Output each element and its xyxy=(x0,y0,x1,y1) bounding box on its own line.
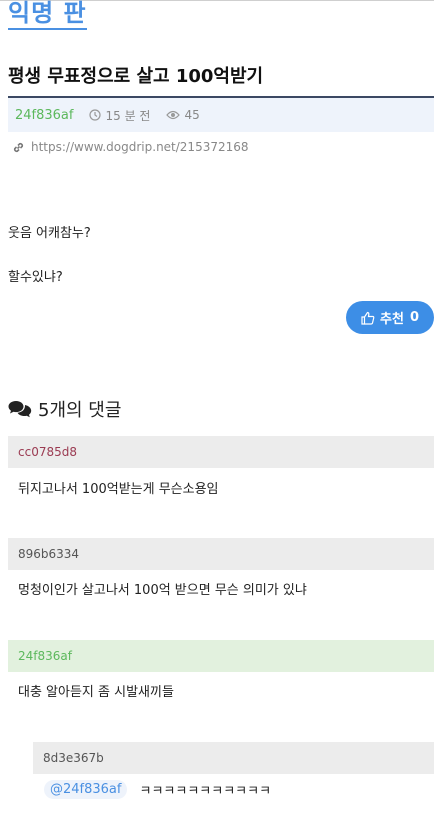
post-time-text: 15 분 전 xyxy=(105,108,151,123)
post-title: 평생 무표정으로 살고 100억받기 xyxy=(8,66,264,87)
eye-icon xyxy=(166,110,181,120)
comment-author[interactable]: 896b6334 xyxy=(18,547,79,561)
link-icon xyxy=(13,142,24,152)
post-author[interactable]: 24f836af xyxy=(15,108,73,123)
comments-count-label: 5개의 댓글 xyxy=(38,400,122,421)
comment-text: 대충 알아듣지 좀 시발새끼들 xyxy=(18,685,174,700)
comment-author[interactable]: 8d3e367b xyxy=(43,751,104,765)
recommend-button[interactable]: 추천 0 xyxy=(346,301,434,334)
clock-icon xyxy=(89,109,102,121)
post-body-line: 웃음 어캐참누? xyxy=(8,226,91,241)
post-views-count: 45 xyxy=(184,108,200,122)
comment-author[interactable]: cc0785d8 xyxy=(18,445,77,459)
post-meta-bar: 24f836af 15 분 전 45 xyxy=(8,98,434,132)
post-url[interactable]: https://www.dogdrip.net/215372168 xyxy=(31,140,249,154)
comment-text: 뒤지고나서 100억받는게 무슨소용임 xyxy=(18,482,219,497)
post-time: 15 분 전 xyxy=(89,107,150,124)
thumbs-up-icon xyxy=(361,311,375,325)
reply-header: 8d3e367b xyxy=(33,742,434,774)
comments-icon xyxy=(8,401,32,418)
comment-header: 896b6334 xyxy=(8,538,434,570)
recommend-count: 0 xyxy=(409,310,419,325)
comment-author[interactable]: 24f836af xyxy=(18,649,72,663)
post-views: 45 xyxy=(166,108,200,122)
comment-header-op: 24f836af xyxy=(8,640,434,672)
post-body-line: 할수있냐? xyxy=(8,270,63,285)
comment-text: 멍청이인가 살고나서 100억 받으면 무슨 의미가 있냐 xyxy=(18,583,307,598)
comments-heading: 5개의 댓글 xyxy=(8,396,121,422)
board-title[interactable]: 익명 판 xyxy=(8,0,87,30)
comment-header: cc0785d8 xyxy=(8,436,434,468)
reply-text-row: @24f836af ㅋㅋㅋㅋㅋㅋㅋㅋㅋㅋㅋ xyxy=(44,780,271,799)
comment-text: ㅋㅋㅋㅋㅋㅋㅋㅋㅋㅋㅋ xyxy=(139,784,272,799)
post-url-row[interactable]: https://www.dogdrip.net/215372168 xyxy=(12,140,249,154)
recommend-label: 추천 xyxy=(380,312,404,327)
mention-tag[interactable]: @24f836af xyxy=(44,780,128,799)
